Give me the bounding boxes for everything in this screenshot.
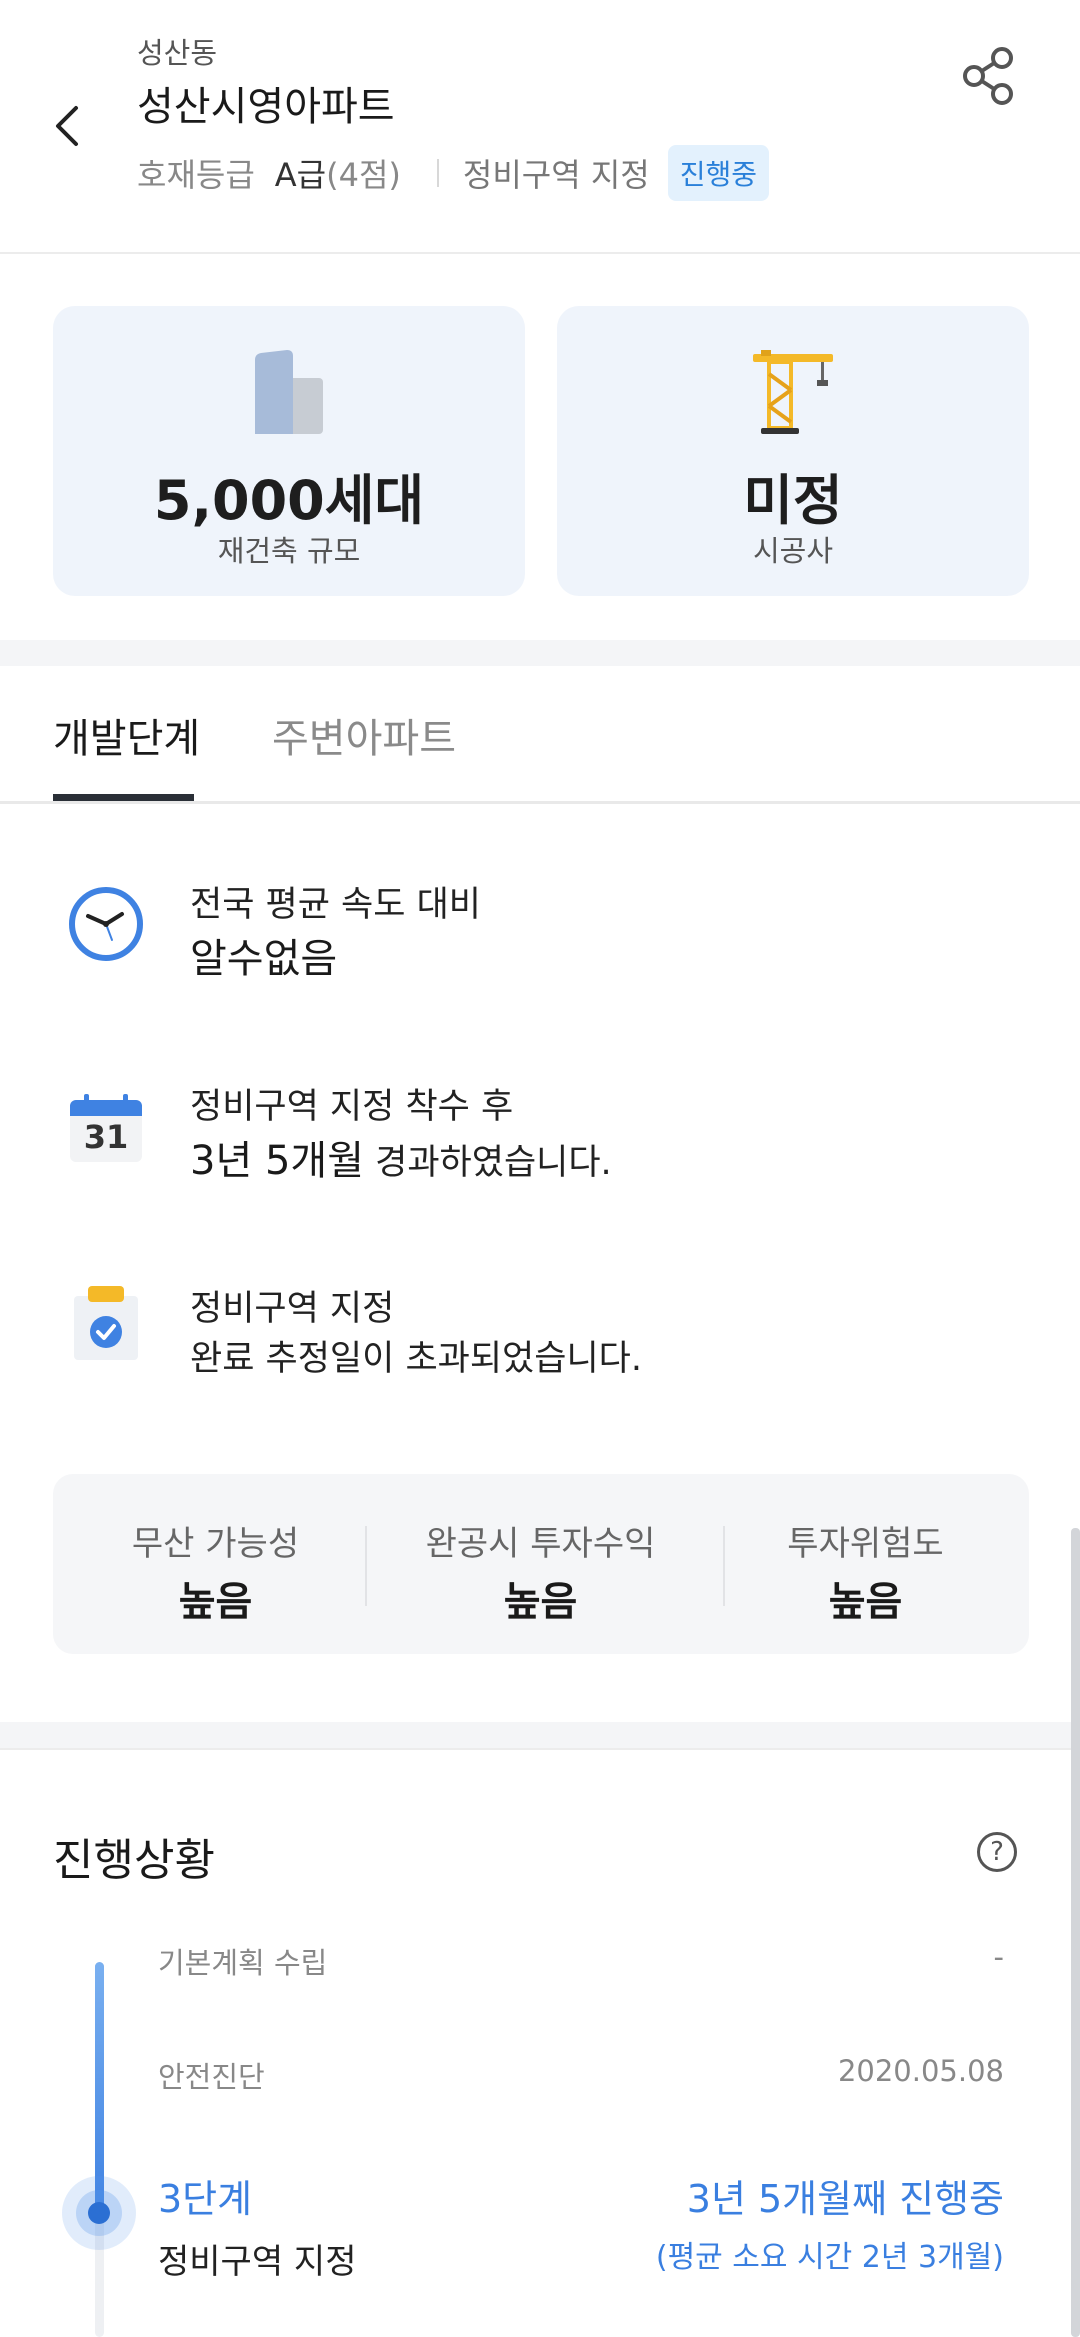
stat-value: 높음	[828, 1579, 903, 1625]
scale-card: 5,000세대 재건축 규모	[53, 306, 525, 596]
estimate-line: 완료 추정일이 초과되었습니다.	[190, 1330, 642, 1381]
calendar-day: 31	[83, 1118, 129, 1156]
elapsed-suffix: 경과하였습니다.	[364, 1143, 612, 1183]
speed-value: 알수없음	[190, 936, 338, 982]
progress-title: 진행상황	[53, 1835, 215, 1886]
grade-label: 호재등급	[137, 156, 255, 194]
scale-label: 재건축 규모	[217, 534, 361, 568]
share-button[interactable]	[958, 44, 1018, 108]
chevron-left-icon	[56, 106, 78, 146]
stat-label: 무산 가능성	[131, 1524, 300, 1564]
building-icon	[255, 350, 323, 434]
calendar-icon: 31	[66, 1094, 146, 1174]
zone-label: 정비구역 지정	[462, 156, 650, 194]
builder-label: 시공사	[752, 534, 834, 568]
builder-value: 미정	[743, 469, 843, 532]
page-header: 성산동 성산시영아파트 호재등급 A급 (4점) 정비구역 지정 진행중	[0, 0, 1080, 254]
stat-investment-return: 완공시 투자수익 높음	[378, 1516, 703, 1627]
grade-value: A급	[274, 156, 327, 194]
stat-label: 투자위험도	[787, 1524, 944, 1564]
stat-cancel-possibility: 무산 가능성 높음	[53, 1516, 378, 1627]
step-basic-plan-date: -	[993, 1940, 1004, 1974]
section-divider	[0, 1722, 1080, 1750]
builder-card: 미정 시공사	[557, 306, 1029, 596]
stat-label: 완공시 투자수익	[425, 1524, 656, 1564]
status-badge: 진행중	[667, 145, 769, 201]
tab-nearby-apartments[interactable]: 주변아파트	[272, 706, 456, 764]
meta-divider	[436, 159, 439, 187]
timeline-progress	[95, 1962, 104, 2212]
estimate-exceeded: 초과되었습니다.	[405, 1339, 642, 1379]
current-stage: 3단계	[158, 2177, 253, 2221]
step-basic-plan: 기본계획 수립	[158, 1946, 328, 1980]
back-button[interactable]	[42, 96, 94, 156]
active-tab-indicator	[53, 794, 194, 801]
share-icon	[963, 47, 1013, 105]
elapsed-line: 3년 5개월 경과하였습니다.	[190, 1128, 612, 1186]
section-divider	[0, 640, 1080, 666]
clipboard-check-icon	[74, 1286, 138, 1360]
stat-value: 높음	[178, 1579, 253, 1625]
current-step-dot	[88, 2202, 110, 2224]
scale-value: 5,000세대	[153, 469, 425, 532]
scrollbar[interactable]	[1071, 1528, 1080, 2337]
current-stage-status: 3년 5개월째 진행중	[686, 2177, 1004, 2221]
current-stage-average: (평균 소요 시간 2년 3개월)	[655, 2240, 1004, 2275]
clock-icon	[69, 887, 143, 961]
estimate-text: 완료 추정일이	[190, 1339, 406, 1379]
step-safety-inspection-date: 2020.05.08	[837, 2054, 1004, 2088]
elapsed-value: 3년 5개월	[190, 1138, 365, 1184]
estimate-label: 정비구역 지정	[190, 1289, 395, 1329]
tab-development-stage[interactable]: 개발단계	[53, 706, 200, 764]
current-stage-name: 정비구역 지정	[158, 2242, 357, 2282]
crane-icon	[753, 350, 833, 434]
stat-investment-risk: 투자위험도 높음	[703, 1516, 1028, 1627]
summary-cards: 5,000세대 재건축 규모 미정 시공사	[0, 256, 1080, 640]
speed-label: 전국 평균 속도 대비	[190, 885, 481, 925]
elapsed-label: 정비구역 지정 착수 후	[190, 1087, 514, 1127]
grade-score: (4점)	[326, 156, 401, 194]
header-meta: 호재등급 A급 (4점) 정비구역 지정 진행중	[137, 145, 769, 201]
stat-divider	[365, 1526, 367, 1606]
step-safety-inspection: 안전진단	[158, 2060, 265, 2094]
district-label: 성산동	[137, 36, 218, 70]
help-button[interactable]: ?	[977, 1832, 1017, 1872]
risk-stats: 무산 가능성 높음 완공시 투자수익 높음 투자위험도 높음	[53, 1474, 1029, 1654]
page-title: 성산시영아파트	[137, 84, 395, 130]
tab-bar: 개발단계 주변아파트	[0, 666, 1080, 804]
stat-value: 높음	[503, 1579, 578, 1625]
